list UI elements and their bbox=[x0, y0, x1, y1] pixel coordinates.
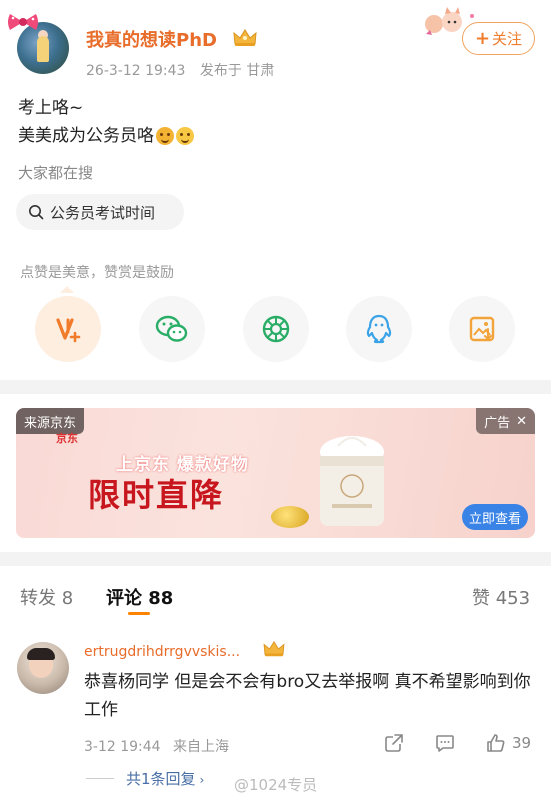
active-tab-indicator bbox=[128, 612, 150, 615]
share-wechat-button[interactable] bbox=[139, 296, 205, 362]
tab-repost[interactable]: 转发 8 bbox=[20, 584, 73, 610]
comment-text: 恭喜杨同学 但是会不会有bro又去举报啊 真不希望影响到你工作 bbox=[84, 672, 531, 720]
crown-badge-icon bbox=[233, 29, 257, 46]
comment-bubble-icon bbox=[436, 735, 454, 752]
ad-promo-text: 限时直降 bbox=[88, 476, 225, 514]
save-image-button[interactable] bbox=[449, 296, 515, 362]
chevron-right-icon: › bbox=[199, 773, 205, 787]
tab-likes[interactable]: 赞 453 bbox=[472, 584, 530, 610]
save-image-icon bbox=[469, 316, 495, 342]
ad-jd-small-logo: 京东 bbox=[56, 432, 78, 445]
trending-search-title: 大家都在搜 bbox=[18, 164, 94, 182]
share-icon bbox=[385, 734, 403, 752]
reply-indent-line bbox=[86, 778, 114, 779]
post-text-line-2: 美美成为公务员咯 bbox=[18, 122, 538, 150]
comment-item: ertrugdrihdrrgvvskis... 恭喜杨同学 但是会不会有bro又… bbox=[0, 634, 551, 800]
close-icon: ✕ bbox=[516, 413, 527, 429]
post-text-line-2-text: 美美成为公务员咯 bbox=[18, 126, 154, 146]
qq-icon bbox=[366, 314, 392, 344]
trending-search-chip[interactable]: 公务员考试时间 bbox=[16, 194, 184, 230]
follow-button[interactable]: + 关注 bbox=[462, 22, 535, 55]
moments-icon bbox=[262, 315, 290, 343]
cream-jar-image bbox=[320, 436, 384, 526]
reward-tip: 点赞是美意，赞赏是鼓励 bbox=[20, 265, 174, 281]
reward-v-icon bbox=[56, 318, 81, 343]
post-content: 考上咯~ 美美成为公务员咯 bbox=[18, 94, 538, 150]
share-qq-button[interactable] bbox=[346, 296, 412, 362]
section-divider bbox=[0, 552, 551, 566]
comment-meta: 3-12 19:44 来自上海 bbox=[84, 736, 237, 756]
comment-share-button[interactable] bbox=[384, 732, 404, 754]
wechat-icon bbox=[155, 315, 188, 342]
ad-tag: 广告 bbox=[484, 415, 511, 431]
shy-face-emoji-icon bbox=[156, 127, 174, 145]
plus-icon: + bbox=[474, 28, 491, 49]
comment-like-count: 39 bbox=[512, 734, 532, 752]
post-text-line-1: 考上咯~ bbox=[18, 98, 84, 118]
follow-label: 关注 bbox=[492, 30, 523, 48]
section-divider bbox=[0, 380, 551, 394]
author-username[interactable]: 我真的想读PhD bbox=[86, 26, 217, 52]
ad-banner[interactable]: 来源京东 广告 ✕ 京东 上京东 爆款好物 限时直降 立即查看 bbox=[16, 408, 535, 538]
thumbs-up-icon bbox=[487, 734, 505, 752]
reward-tip-caret bbox=[60, 286, 74, 293]
comment-date: 3-12 19:44 bbox=[84, 739, 161, 755]
comment-like-button[interactable]: 39 bbox=[486, 732, 531, 754]
comment-reply-button[interactable] bbox=[435, 732, 455, 754]
wink-face-emoji-icon bbox=[176, 127, 194, 145]
post-meta: 26-3-12 19:43 发布于 甘肃 bbox=[86, 60, 284, 80]
tab-comment[interactable]: 评论 88 bbox=[106, 584, 173, 610]
commenter-name[interactable]: ertrugdrihdrrgvvskis... bbox=[84, 644, 240, 660]
watermark: @1024专员 bbox=[234, 776, 318, 794]
share-moments-button[interactable] bbox=[243, 296, 309, 362]
coin-decoration-icon bbox=[271, 506, 309, 528]
commenter-avatar[interactable] bbox=[17, 642, 69, 694]
view-replies-link[interactable]: 共1条回复 › bbox=[126, 768, 204, 789]
post-header: 我真的想读PhD 26-3-12 19:43 发布于 甘肃 + 关注 bbox=[0, 0, 551, 86]
view-replies-text: 共1条回复 bbox=[126, 770, 196, 788]
search-icon bbox=[29, 205, 44, 220]
post-date: 26-3-12 19:43 bbox=[86, 63, 186, 79]
share-row bbox=[0, 296, 551, 366]
reward-button[interactable] bbox=[35, 296, 101, 362]
post-location: 发布于 甘肃 bbox=[199, 63, 275, 79]
bow-decoration-icon bbox=[8, 14, 38, 30]
ad-cta-button[interactable]: 立即查看 bbox=[462, 504, 528, 530]
interaction-tabs: 转发 8 评论 88 赞 453 bbox=[0, 572, 551, 620]
comment-location: 来自上海 bbox=[173, 739, 230, 755]
crown-badge-icon bbox=[263, 640, 285, 657]
trending-search-text: 公务员考试时间 bbox=[50, 203, 156, 222]
ad-close-button[interactable]: 广告 ✕ bbox=[476, 408, 535, 434]
